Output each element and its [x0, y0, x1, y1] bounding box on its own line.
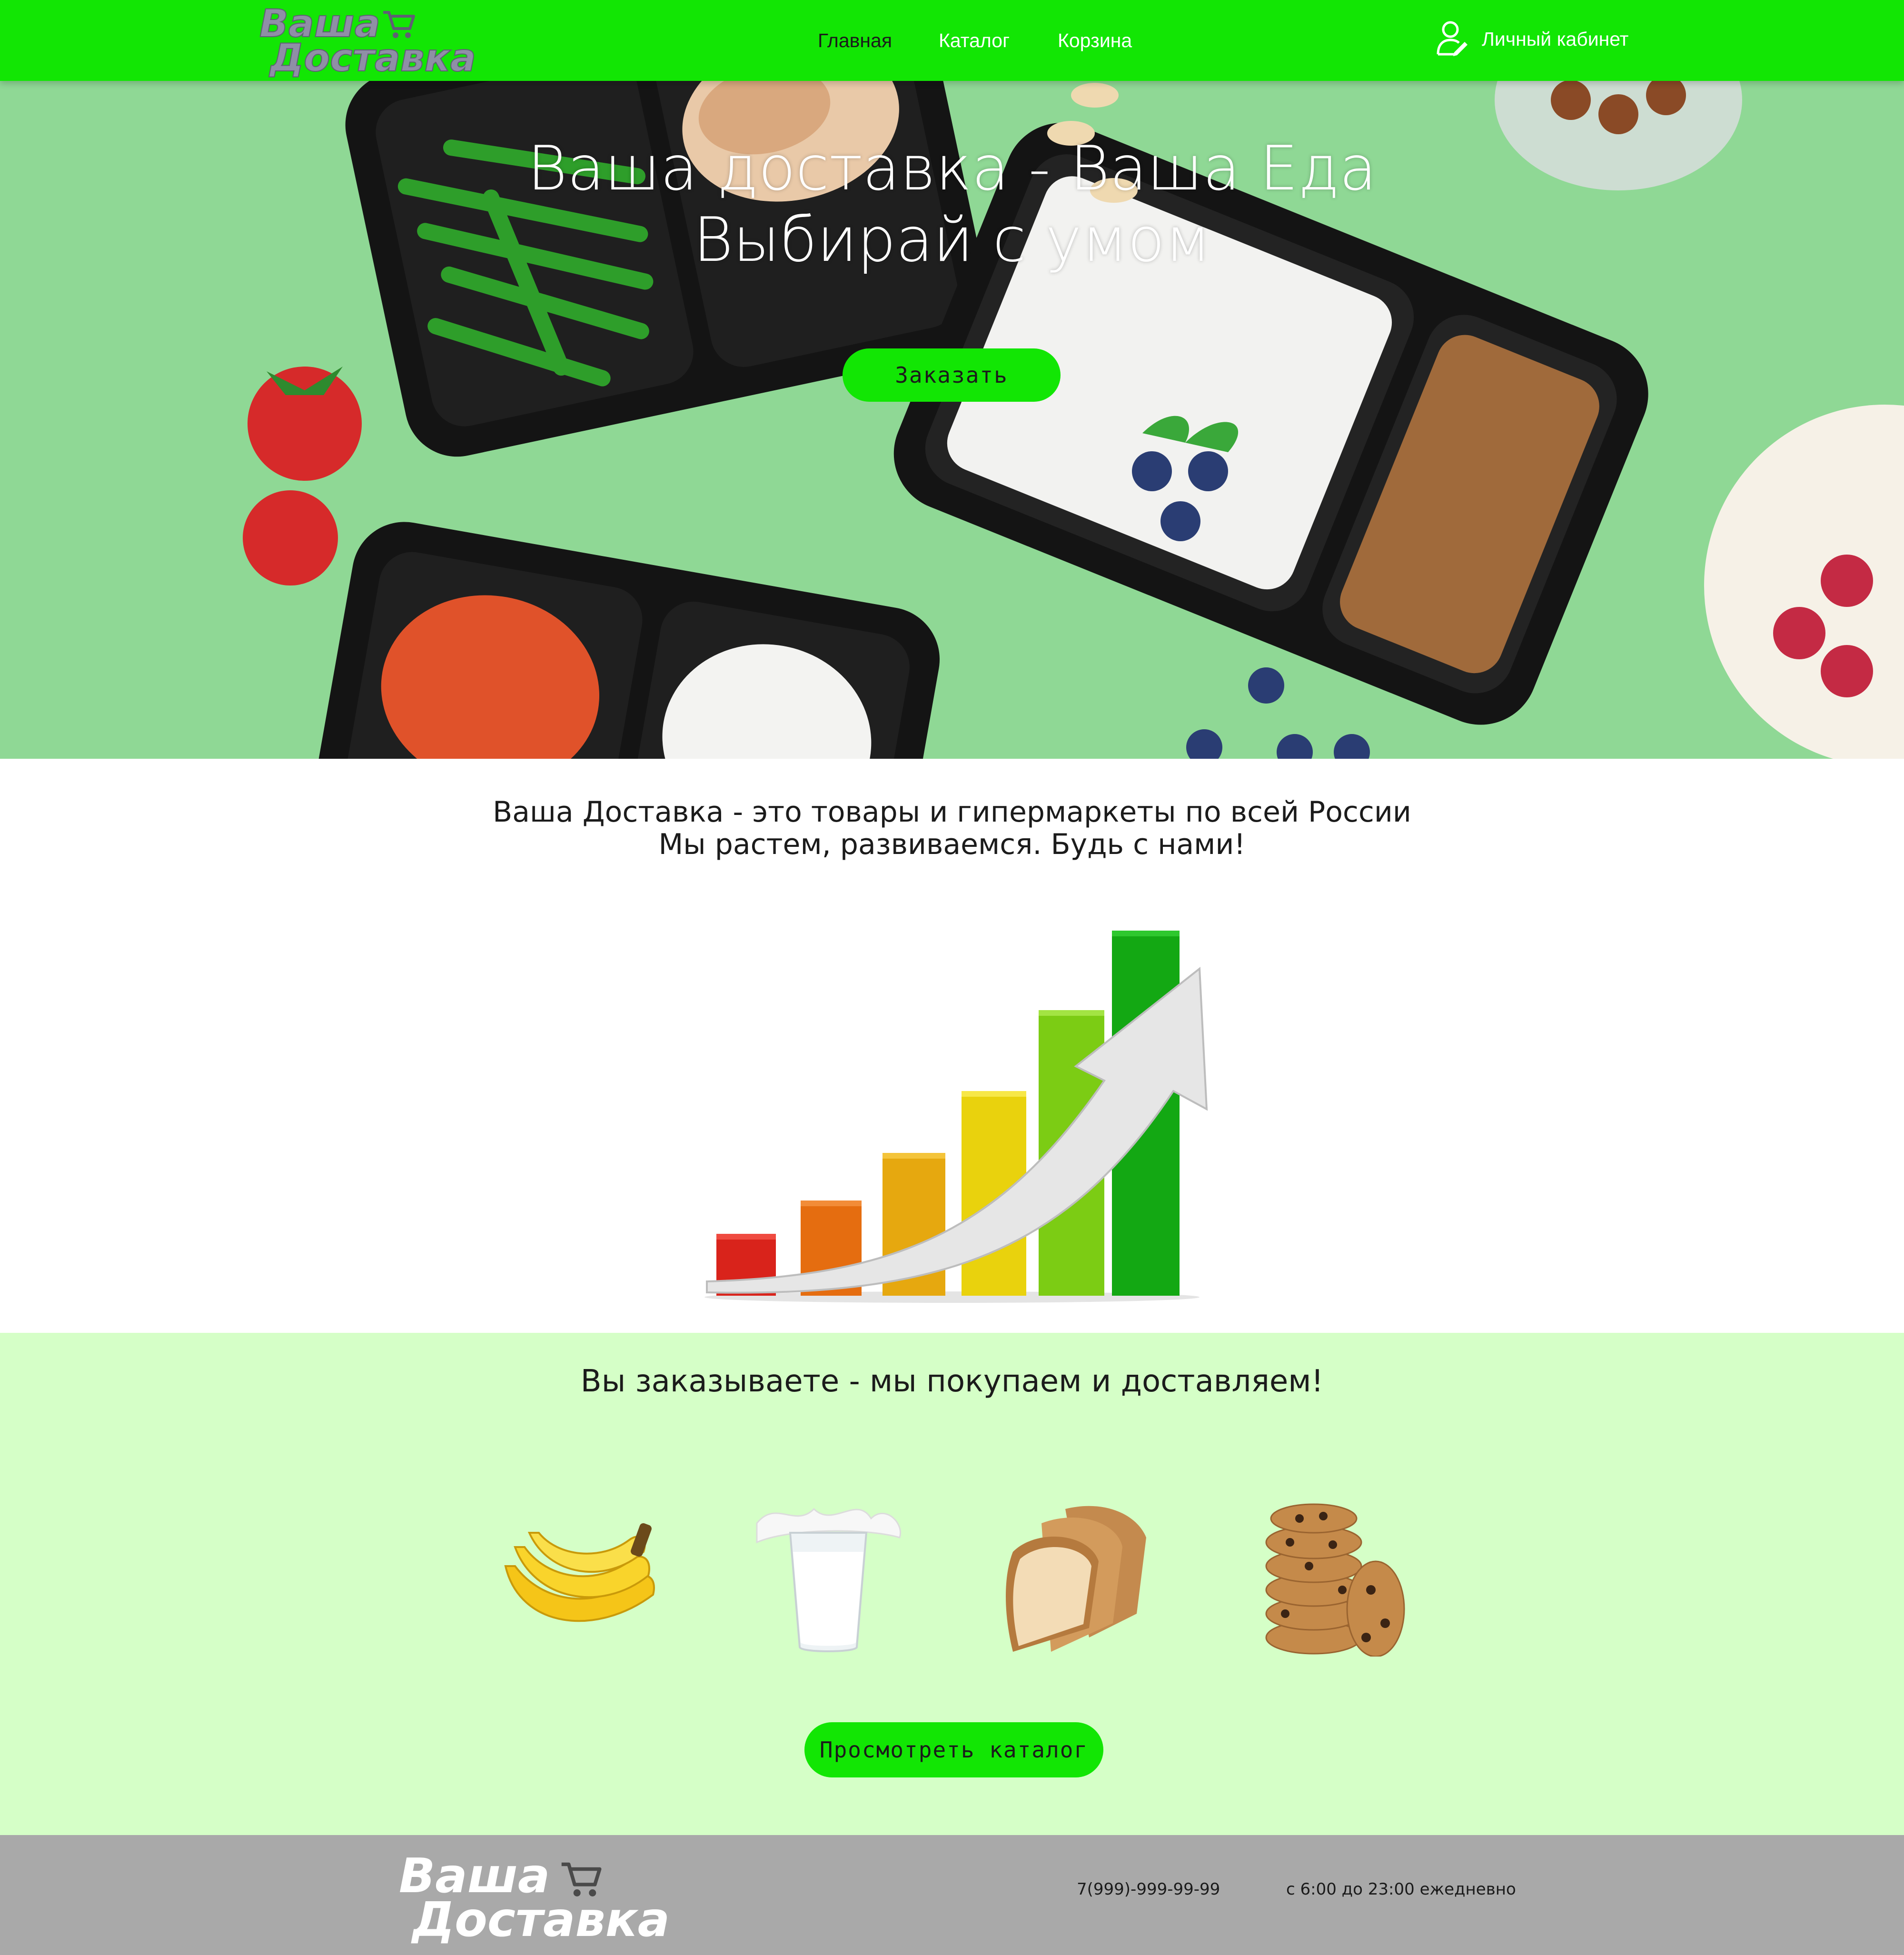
order-heading: Вы заказываете - мы покупаем и доставляе…	[580, 1364, 1324, 1399]
growth-chart-image	[704, 931, 1208, 1303]
bread-image[interactable]	[994, 1495, 1156, 1657]
hero-title-line-2: Выбирай с умом	[693, 205, 1211, 276]
nav-cart[interactable]: Корзина	[1058, 30, 1132, 52]
about-line-1: Ваша Доставка - это товары и гипермаркет…	[493, 795, 1411, 829]
banana-image[interactable]	[501, 1495, 663, 1657]
account-label: Личный кабинет	[1482, 28, 1629, 50]
user-icon	[1437, 21, 1468, 56]
cookies-image[interactable]	[1247, 1495, 1409, 1657]
milk-image[interactable]	[747, 1495, 909, 1657]
hero-banner: Ваша доставка - Ваша Еда Выбирай с умом …	[0, 81, 1904, 759]
site-footer: Ваша Доставка 7(999)-999-99-99 с 6:00 до…	[0, 1835, 1904, 1955]
footer-logo[interactable]: Ваша Доставка	[399, 1852, 704, 1947]
nav-catalog[interactable]: Каталог	[939, 30, 1010, 52]
order-button[interactable]: Заказать	[843, 348, 1061, 402]
footer-logo-line-2: Доставка	[412, 1892, 670, 1947]
nav-home[interactable]: Главная	[818, 30, 892, 52]
view-catalog-button[interactable]: Просмотреть каталог	[804, 1722, 1103, 1777]
header-logo[interactable]: Ваша Доставка	[259, 4, 488, 80]
footer-hours: с 6:00 до 23:00 ежедневно	[1286, 1880, 1516, 1899]
footer-phone[interactable]: 7(999)-999-99-99	[1077, 1880, 1220, 1899]
account-link[interactable]: Личный кабинет	[1435, 20, 1628, 58]
site-header: Ваша Доставка Главная Каталог Корзина Ли…	[0, 0, 1904, 81]
hero-title-line-1: Ваша доставка - Ваша Еда	[527, 133, 1377, 204]
order-section: Вы заказываете - мы покупаем и доставляе…	[0, 1333, 1904, 1835]
logo-line-2: Доставка	[269, 36, 476, 80]
about-line-2: Мы растем, развиваемся. Будь с нами!	[658, 828, 1246, 861]
